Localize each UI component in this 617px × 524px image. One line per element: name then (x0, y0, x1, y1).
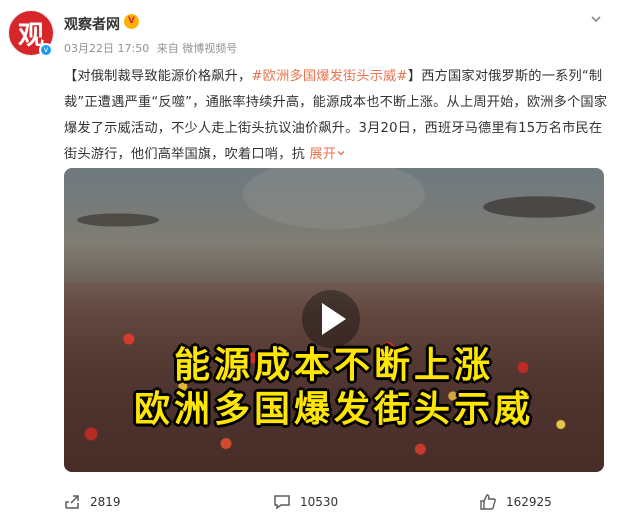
comment-button[interactable]: 10530 (272, 492, 338, 512)
post-time[interactable]: 03月22日 17:50 (64, 42, 149, 55)
share-count: 2819 (90, 495, 121, 509)
comment-icon (272, 492, 292, 512)
video-player[interactable]: 能源成本不断上涨 欧洲多国爆发街头示威 (64, 168, 604, 472)
post-text: 【对俄制裁导致能源价格飙升，#欧洲多国爆发街头示威#】西方国家对俄罗斯的一系列“… (64, 64, 608, 168)
post-title-close: 】 (407, 69, 422, 84)
share-button[interactable]: 2819 (62, 492, 121, 512)
video-caption-line-2: 欧洲多国爆发街头示威 (133, 389, 534, 430)
post-title: 【对俄制裁导致能源价格飙升， (64, 69, 252, 84)
comment-count: 10530 (300, 495, 339, 509)
share-icon (62, 492, 82, 512)
weibo-post-card: 观 v 观察者网 V 03月22日 17:50 来自 微博视频号 【对俄制裁导致… (0, 0, 617, 524)
chevron-down-icon (337, 151, 345, 156)
like-button[interactable]: 162925 (478, 492, 552, 512)
expand-link[interactable]: 展开 (309, 147, 346, 162)
action-bar: 2819 10530 162925 (0, 484, 617, 520)
play-icon (322, 303, 346, 335)
hashtag-link[interactable]: #欧洲多国爆发街头示威# (251, 69, 407, 84)
expand-label: 展开 (309, 147, 337, 162)
post-source: 来自 微博视频号 (156, 42, 238, 55)
chevron-down-icon[interactable] (588, 12, 604, 28)
thumbs-up-icon (478, 492, 498, 512)
verified-badge-icon: v (39, 43, 53, 57)
video-background (64, 168, 604, 298)
vip-badge-icon: V (124, 14, 139, 29)
post-meta: 03月22日 17:50 来自 微博视频号 (64, 40, 241, 56)
author-name[interactable]: 观察者网 (64, 14, 120, 34)
like-count: 162925 (506, 495, 552, 509)
